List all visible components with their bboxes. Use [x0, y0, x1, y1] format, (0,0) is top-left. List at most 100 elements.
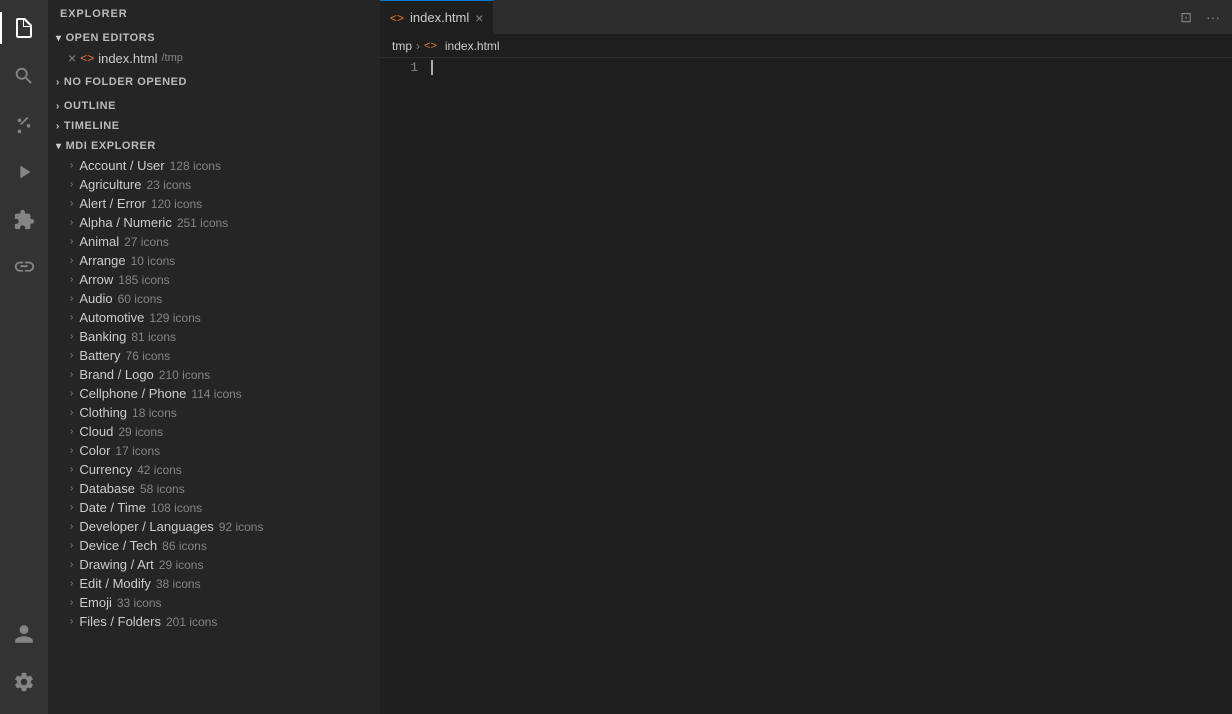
mdi-item-count: 210 icons: [159, 368, 210, 382]
mdi-item-chevron: ›: [70, 502, 73, 513]
mdi-item-count: 86 icons: [162, 539, 207, 553]
mdi-tree-item[interactable]: ›Battery76 icons: [48, 346, 380, 365]
mdi-tree-item[interactable]: ›Cloud29 icons: [48, 422, 380, 441]
mdi-item-count: 27 icons: [124, 235, 169, 249]
mdi-tree-item[interactable]: ›Agriculture23 icons: [48, 175, 380, 194]
tab-file-icon: <>: [390, 11, 404, 25]
breadcrumb: tmp › <> index.html: [380, 35, 1232, 58]
mdi-item-name: Agriculture: [79, 177, 141, 192]
outline-header[interactable]: › OUTLINE: [48, 96, 380, 116]
run-activity-icon[interactable]: [0, 148, 48, 196]
mdi-item-chevron: ›: [70, 426, 73, 437]
outline-label: OUTLINE: [64, 100, 116, 112]
mdi-item-name: Date / Time: [79, 500, 145, 515]
more-actions-icon[interactable]: ···: [1202, 7, 1224, 27]
breadcrumb-item-file[interactable]: index.html: [445, 39, 500, 53]
mdi-item-count: 128 icons: [170, 159, 221, 173]
mdi-tree-item[interactable]: ›Animal27 icons: [48, 232, 380, 251]
search-activity-icon[interactable]: [0, 52, 48, 100]
mdi-item-chevron: ›: [70, 217, 73, 228]
mdi-tree-item[interactable]: › Account / User 128 icons: [48, 156, 380, 175]
mdi-tree-item[interactable]: ›Emoji33 icons: [48, 593, 380, 612]
mdi-item-count: 201 icons: [166, 615, 217, 629]
no-folder-section: › NO FOLDER OPENED: [48, 68, 380, 96]
mdi-tree-item[interactable]: ›Automotive129 icons: [48, 308, 380, 327]
mdi-item-chevron: ›: [70, 160, 73, 171]
mdi-tree-item[interactable]: ›Edit / Modify38 icons: [48, 574, 380, 593]
timeline-header[interactable]: › TIMELINE: [48, 116, 380, 136]
breadcrumb-sep-1: ›: [416, 39, 420, 53]
open-editors-header[interactable]: ▾ OPEN EDITORS: [48, 28, 380, 48]
source-control-activity-icon[interactable]: [0, 100, 48, 148]
open-editor-path: /tmp: [161, 52, 182, 64]
mdi-tree-item[interactable]: ›Arrow185 icons: [48, 270, 380, 289]
settings-activity-icon[interactable]: [0, 658, 48, 706]
mdi-tree-item[interactable]: ›Brand / Logo210 icons: [48, 365, 380, 384]
mdi-tree-item[interactable]: ›Cellphone / Phone114 icons: [48, 384, 380, 403]
mdi-tree-item[interactable]: ›Currency42 icons: [48, 460, 380, 479]
breadcrumb-item-tmp[interactable]: tmp: [392, 39, 412, 53]
split-editor-icon[interactable]: ⊡: [1176, 7, 1196, 28]
mdi-tree-item[interactable]: ›Audio60 icons: [48, 289, 380, 308]
tab-actions: ⊡ ···: [1176, 7, 1232, 28]
open-editors-chevron: ▾: [56, 33, 62, 44]
mdi-tree-item[interactable]: ›Banking81 icons: [48, 327, 380, 346]
mdi-item-name: Files / Folders: [79, 614, 161, 629]
mdi-item-count: 33 icons: [117, 596, 162, 610]
editor-text-area[interactable]: [430, 58, 1232, 714]
mdi-chevron: ▾: [56, 141, 62, 152]
mdi-tree-item[interactable]: › Date / Time 108 icons: [48, 498, 380, 517]
mdi-tree-item[interactable]: ›Alert / Error120 icons: [48, 194, 380, 213]
mdi-item-chevron: ›: [70, 388, 73, 399]
mdi-tree-item[interactable]: ›Device / Tech86 icons: [48, 536, 380, 555]
mdi-item-name: Device / Tech: [79, 538, 157, 553]
mdi-item-count: 23 icons: [146, 178, 191, 192]
close-editor-icon[interactable]: ×: [68, 50, 76, 66]
mdi-item-count: 92 icons: [219, 520, 264, 534]
extensions-activity-icon[interactable]: [0, 196, 48, 244]
sidebar: EXPLORER ▾ OPEN EDITORS × <> index.html …: [48, 0, 380, 714]
mdi-tree-item[interactable]: ›Drawing / Art29 icons: [48, 555, 380, 574]
outline-chevron: ›: [56, 101, 60, 112]
mdi-item-chevron: ›: [70, 559, 73, 570]
mdi-item-chevron: ›: [70, 407, 73, 418]
mdi-item-chevron: ›: [70, 312, 73, 323]
mdi-tree-item[interactable]: ›Arrange10 icons: [48, 251, 380, 270]
mdi-item-count: 58 icons: [140, 482, 185, 496]
mdi-item-chevron: ›: [70, 369, 73, 380]
tab-label: index.html: [410, 10, 469, 25]
mdi-item-name: Emoji: [79, 595, 112, 610]
tab-index-html[interactable]: <> index.html ×: [380, 0, 494, 35]
mdi-item-chevron: ›: [70, 331, 73, 342]
mdi-item-name: Arrange: [79, 253, 125, 268]
mdi-tree-item[interactable]: ›Clothing18 icons: [48, 403, 380, 422]
mdi-item-count: 42 icons: [137, 463, 182, 477]
mdi-tree-item[interactable]: ›Alpha / Numeric251 icons: [48, 213, 380, 232]
mdi-explorer-header[interactable]: ▾ MDI EXPLORER: [48, 136, 380, 156]
files-activity-icon[interactable]: [0, 4, 48, 52]
mdi-tree-scroll[interactable]: › Account / User 128 icons › Agriculture 23 i…: [48, 156, 380, 631]
mdi-item-chevron: ›: [70, 350, 73, 361]
html-file-icon: <>: [80, 51, 94, 65]
mdi-tree-item[interactable]: ›Database58 icons: [48, 479, 380, 498]
mdi-explorer-label: MDI EXPLORER: [66, 140, 156, 152]
tab-bar: <> index.html × ⊡ ···: [380, 0, 1232, 35]
mdi-item-chevron: ›: [70, 274, 73, 285]
mdi-item-count: 251 icons: [177, 216, 228, 230]
mdi-item-count: 108 icons: [151, 501, 202, 515]
mdi-item-name: Account / User: [79, 158, 164, 173]
tab-close-icon[interactable]: ×: [475, 10, 483, 26]
mdi-tree-item[interactable]: ›Developer / Languages92 icons: [48, 517, 380, 536]
open-editors-section: ▾ OPEN EDITORS × <> index.html /tmp: [48, 28, 380, 68]
mdi-item-chevron: ›: [70, 293, 73, 304]
mdi-tree-item[interactable]: ›Color17 icons: [48, 441, 380, 460]
account-activity-icon[interactable]: [0, 610, 48, 658]
mdi-item-count: 38 icons: [156, 577, 201, 591]
no-folder-header[interactable]: › NO FOLDER OPENED: [48, 72, 380, 92]
remote-activity-icon[interactable]: [0, 244, 48, 292]
open-editor-item[interactable]: × <> index.html /tmp: [48, 48, 380, 68]
mdi-item-chevron: ›: [70, 616, 73, 627]
mdi-item-count: 29 icons: [118, 425, 163, 439]
mdi-item-count: 10 icons: [131, 254, 176, 268]
mdi-tree-item[interactable]: › Files / Folders 201 icons: [48, 612, 380, 631]
